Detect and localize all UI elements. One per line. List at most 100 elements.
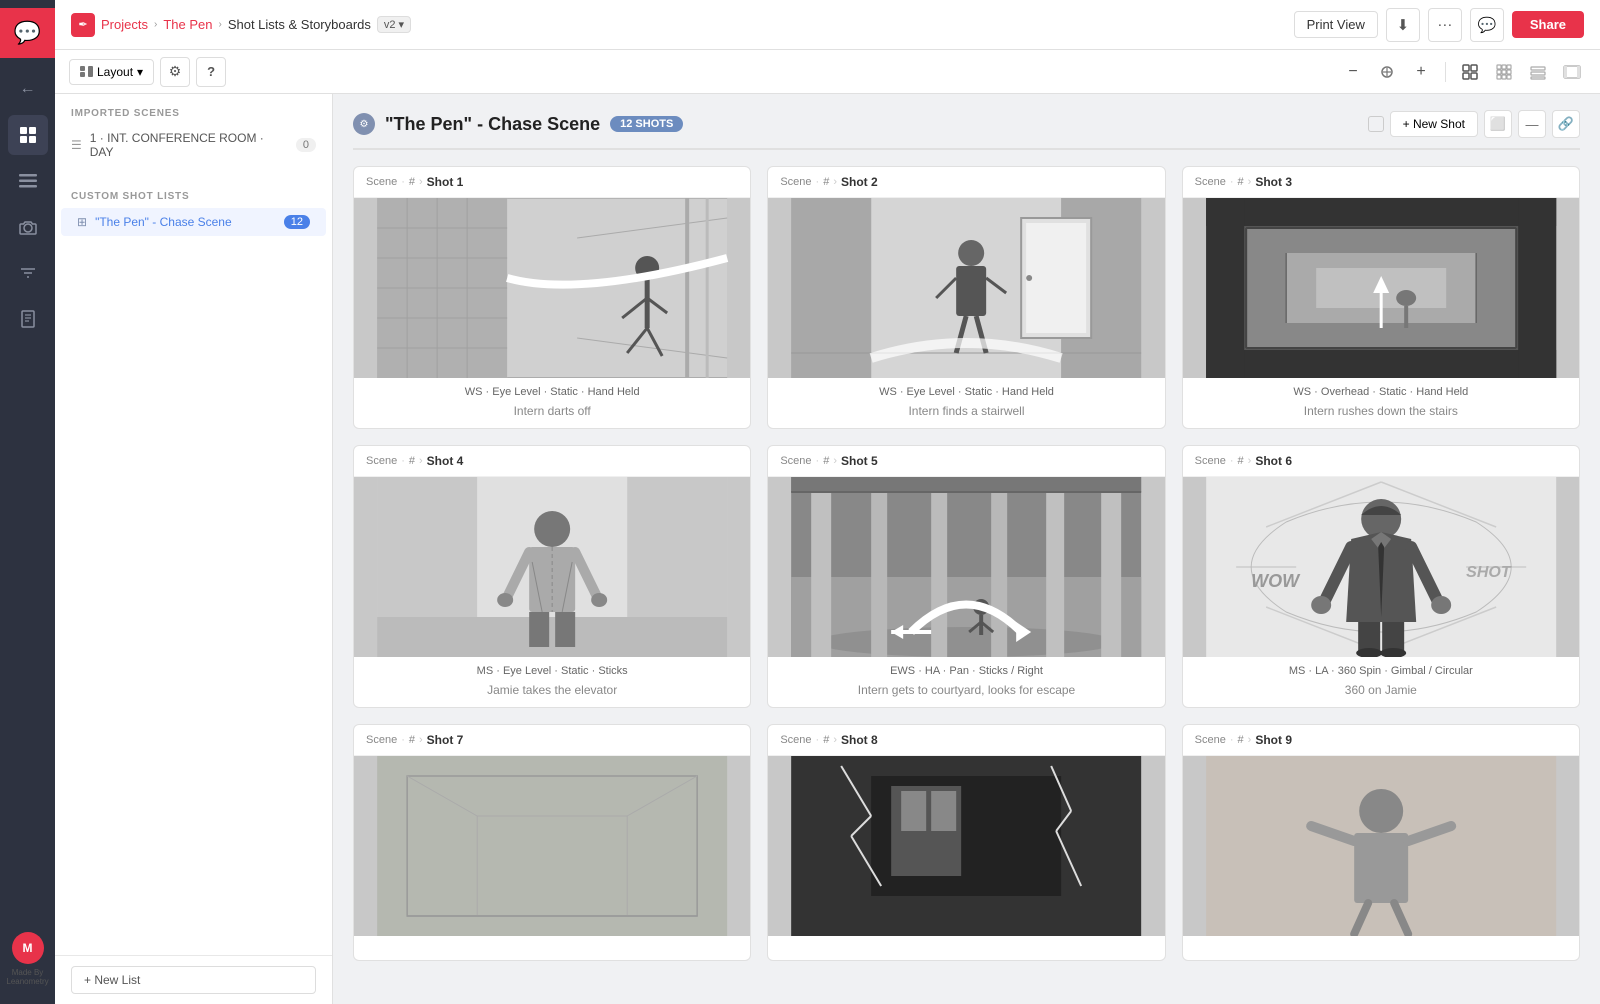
layout-button[interactable]: Layout ▾ [69, 59, 154, 85]
shot-card-6-header: Scene · # › Shot 6 [1183, 446, 1579, 477]
shot-4-image [354, 477, 750, 657]
breadcrumb-pen[interactable]: The Pen [163, 17, 212, 32]
shot-6-image: WOW SHOT [1183, 477, 1579, 657]
scene-link-button[interactable]: 🔗 [1552, 110, 1580, 138]
shot-5-desc: Intern gets to courtyard, looks for esca… [768, 681, 1164, 707]
grid-small-view-button[interactable] [1524, 58, 1552, 86]
new-list-button[interactable]: + New List [71, 966, 316, 994]
shot-card-1[interactable]: Scene · # › Shot 1 [353, 166, 751, 429]
shots-main: ⚙ "The Pen" - Chase Scene 12 SHOTS + New… [333, 94, 1600, 1004]
shot-3-image [1183, 198, 1579, 378]
breadcrumb: ✒ Projects › The Pen › Shot Lists & Stor… [71, 13, 411, 37]
print-view-button[interactable]: Print View [1294, 11, 1378, 38]
shot-card-3[interactable]: Scene · # › Shot 3 [1182, 166, 1580, 429]
gear-icon: ⚙ [169, 63, 182, 80]
shot-card-4[interactable]: Scene · # › Shot 4 [353, 445, 751, 708]
shot-card-3-header: Scene · # › Shot 3 [1183, 167, 1579, 198]
imported-scenes-title: IMPORTED SCENES [55, 94, 332, 125]
top-nav: ✒ Projects › The Pen › Shot Lists & Stor… [55, 0, 1600, 50]
select-all-checkbox[interactable] [1368, 116, 1384, 132]
shot-7-image [354, 756, 750, 936]
chevron-down-icon: ▾ [399, 18, 405, 31]
sidebar-camera-btn[interactable] [8, 207, 48, 247]
shot-card-4-header: Scene · # › Shot 4 [354, 446, 750, 477]
shot-card-5[interactable]: Scene · # › Shot 5 [767, 445, 1165, 708]
shot-card-8[interactable]: Scene · # › Shot 8 [767, 724, 1165, 961]
left-panel: IMPORTED SCENES ☰ 1 · INT. CONFERENCE RO… [55, 94, 333, 1004]
shot-7-name: Shot 7 [427, 733, 464, 747]
filmstrip-view-button[interactable] [1558, 58, 1586, 86]
shot-5-image [768, 477, 1164, 657]
shot-2-image [768, 198, 1164, 378]
shot-card-2[interactable]: Scene · # › Shot 2 [767, 166, 1165, 429]
shot-2-desc: Intern finds a stairwell [768, 402, 1164, 428]
toolbar-right: − + [1339, 58, 1586, 86]
settings-button[interactable]: ⚙ [160, 57, 190, 87]
shot-card-2-header: Scene · # › Shot 2 [768, 167, 1164, 198]
pen-icon: ✒ [71, 13, 95, 37]
breadcrumb-projects[interactable]: Projects [101, 17, 148, 32]
shot-3-desc: Intern rushes down the stairs [1183, 402, 1579, 428]
user-avatar[interactable]: M [12, 932, 44, 964]
shot-9-name: Shot 9 [1255, 733, 1292, 747]
shot-4-meta: MS · Eye Level · Static · Sticks [354, 657, 750, 681]
scene-view-toggle1[interactable]: ⬜ [1484, 110, 1512, 138]
zoom-in-button[interactable]: + [1407, 58, 1435, 86]
shot-5-name: Shot 5 [841, 454, 878, 468]
shot-card-9[interactable]: Scene · # › Shot 9 [1182, 724, 1580, 961]
shot-7-meta [354, 936, 750, 948]
sidebar-bottom: M Made By Leanometry [6, 932, 48, 996]
help-icon: ? [207, 64, 215, 79]
shot-list-label: "The Pen" - Chase Scene [95, 215, 276, 229]
zoom-out-button[interactable]: − [1339, 58, 1367, 86]
grid-medium-view-button[interactable] [1490, 58, 1518, 86]
breadcrumb-current: Shot Lists & Storyboards [228, 17, 371, 32]
logo-icon: 💬 [14, 20, 41, 46]
layout-chevron-icon: ▾ [137, 65, 143, 79]
breadcrumb-sep2: › [218, 19, 221, 30]
shot-3-meta: WS · Overhead · Static · Hand Held [1183, 378, 1579, 402]
scene-list-icon: ☰ [71, 138, 82, 152]
scene-title: "The Pen" - Chase Scene [385, 114, 600, 135]
scene-count-badge: 0 [296, 138, 316, 152]
shot-card-6[interactable]: Scene · # › Shot 6 [1182, 445, 1580, 708]
sidebar-book-btn[interactable] [8, 299, 48, 339]
app-logo[interactable]: 💬 [0, 8, 55, 58]
sidebar-back-btn[interactable]: ← [8, 69, 48, 109]
shot-card-7[interactable]: Scene · # › Shot 7 [353, 724, 751, 961]
shot-list-item-chase-scene[interactable]: ⊞ "The Pen" - Chase Scene 12 [61, 208, 326, 236]
new-shot-button[interactable]: + New Shot [1390, 111, 1478, 137]
shot-8-meta [768, 936, 1164, 948]
app-sidebar: 💬 ← M Made By Leanometry [0, 0, 55, 1004]
more-icon: ··· [1437, 16, 1452, 33]
download-button[interactable]: ⬇ [1386, 8, 1420, 42]
grid-large-view-button[interactable] [1456, 58, 1484, 86]
shot-6-name: Shot 6 [1255, 454, 1292, 468]
shots-count-badge: 12 SHOTS [610, 116, 683, 132]
sidebar-list-btn[interactable] [8, 161, 48, 201]
shot-3-name: Shot 3 [1255, 175, 1292, 189]
sidebar-home-btn[interactable] [8, 115, 48, 155]
version-badge[interactable]: v2 ▾ [377, 16, 411, 33]
shot-list-count: 12 [284, 215, 310, 229]
sidebar-filter-btn[interactable] [8, 253, 48, 293]
shot-6-desc: 360 on Jamie [1183, 681, 1579, 707]
chat-icon: 💬 [1478, 16, 1497, 34]
shot-card-5-header: Scene · # › Shot 5 [768, 446, 1164, 477]
scene-item[interactable]: ☰ 1 · INT. CONFERENCE ROOM · DAY 0 [55, 125, 332, 165]
chat-button[interactable]: 💬 [1470, 8, 1504, 42]
main-wrapper: ✒ Projects › The Pen › Shot Lists & Stor… [55, 0, 1600, 1004]
zoom-fit-button[interactable] [1373, 58, 1401, 86]
scene-label: 1 · INT. CONFERENCE ROOM · DAY [90, 131, 288, 159]
shots-grid: Scene · # › Shot 1 [353, 166, 1580, 961]
share-button[interactable]: Share [1512, 11, 1584, 38]
shot-8-desc [768, 948, 1164, 960]
svg-text:SHOT: SHOT [1466, 564, 1512, 581]
more-options-button[interactable]: ··· [1428, 8, 1462, 42]
shot-1-meta: WS · Eye Level · Static · Hand Held [354, 378, 750, 402]
shot-7-desc [354, 948, 750, 960]
layout-label: Layout [97, 65, 133, 79]
help-button[interactable]: ? [196, 57, 226, 87]
scene-view-toggle2[interactable]: — [1518, 110, 1546, 138]
shot-card-9-header: Scene · # › Shot 9 [1183, 725, 1579, 756]
